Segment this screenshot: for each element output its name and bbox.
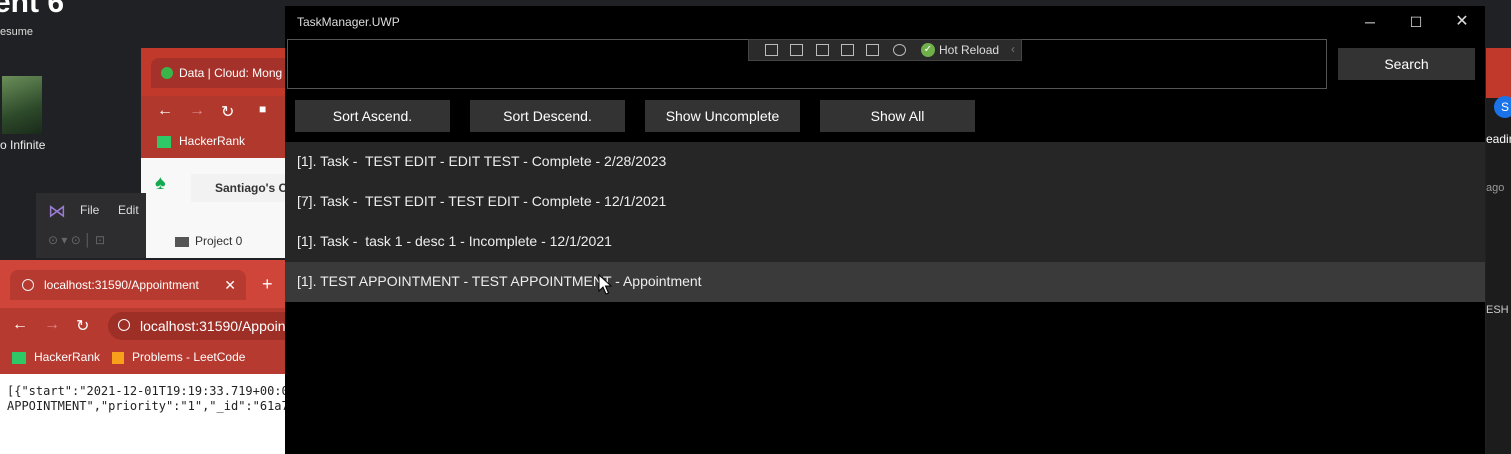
menu-file[interactable]: File — [80, 203, 99, 217]
collapse-chevron-icon[interactable]: ‹ — [1011, 42, 1015, 56]
leetcode-icon — [112, 351, 125, 364]
background-text: ESH — [1486, 304, 1509, 316]
binding-failures-icon[interactable] — [866, 44, 879, 56]
minimize-icon[interactable]: ─ — [1347, 6, 1393, 38]
task-list-item[interactable]: [7]. Task - TEST EDIT - TEST EDIT - Comp… — [285, 182, 1485, 222]
browser-tabbar: localhost:31590/Appointment ✕ + — [0, 260, 286, 308]
info-icon — [118, 319, 130, 331]
forward-arrow-icon[interactable]: → — [44, 316, 60, 334]
maximize-icon[interactable]: ☐ — [1393, 6, 1439, 38]
show-uncomplete-button[interactable]: Show Uncomplete — [645, 100, 800, 132]
bookmark-hackerrank[interactable]: HackerRank — [179, 134, 245, 148]
browser-tab-mongodb[interactable]: Data | Cloud: Mong — [151, 58, 291, 88]
address-bar[interactable]: localhost:31590/Appoin — [108, 312, 298, 340]
localhost-browser-window: localhost:31590/Appointment ✕ + ← → ↻ lo… — [0, 260, 298, 454]
xaml-debug-toolbar: ✓ Hot Reload ‹ — [748, 39, 1022, 61]
bookmarks-bar: HackerRank Problems - LeetCode — [0, 344, 286, 374]
mongodb-browser-window: Data | Cloud: Mong ← → ↻ ■ HackerRank ♠ … — [141, 48, 315, 258]
background-text: eadin — [1486, 132, 1511, 146]
task-list-item[interactable]: [1]. Task - TEST EDIT - EDIT TEST - Comp… — [285, 142, 1485, 182]
task-list-item[interactable]: [1]. Task - task 1 - desc 1 - Incomplete… — [285, 222, 1485, 262]
browser-tab-localhost[interactable]: localhost:31590/Appointment ✕ — [10, 270, 246, 300]
show-all-button[interactable]: Show All — [820, 100, 975, 132]
accessibility-icon[interactable] — [893, 44, 906, 56]
desktop-resume-label: esume — [0, 26, 34, 38]
project-label: Project 0 — [195, 234, 243, 248]
browser-tabbar: Data | Cloud: Mong — [141, 48, 291, 96]
task-list-item[interactable]: [1]. TEST APPOINTMENT - TEST APPOINTMENT… — [285, 262, 1485, 302]
mongodb-favicon-icon — [161, 67, 173, 79]
bookmark-leetcode[interactable]: Problems - LeetCode — [132, 350, 245, 364]
hot-reload-check-icon: ✓ — [921, 43, 935, 57]
search-button[interactable]: Search — [1338, 48, 1475, 80]
halo-shortcut-icon[interactable] — [2, 76, 42, 134]
back-arrow-icon[interactable]: ← — [12, 316, 28, 334]
vs-toolbar-icons: ⊙ ▾ ⊙ │ ⊡ — [48, 233, 106, 247]
mongodb-leaf-icon[interactable]: ♠ — [155, 172, 166, 195]
taskmanager-window: TaskManager.UWP ─ ☐ ✕ ✓ Hot Reload ‹ Sea… — [285, 6, 1485, 454]
back-arrow-icon[interactable]: ← — [157, 102, 173, 120]
visual-studio-logo-icon: ⋈ — [48, 201, 66, 221]
window-title: TaskManager.UWP — [297, 15, 400, 29]
forward-arrow-icon[interactable]: → — [189, 102, 205, 120]
hot-reload-label[interactable]: Hot Reload — [939, 43, 999, 57]
background-tabbar — [1486, 48, 1511, 98]
reload-icon[interactable]: ↻ — [76, 316, 89, 336]
menu-edit[interactable]: Edit — [118, 203, 139, 217]
background-text: ago — [1486, 182, 1505, 194]
close-tab-icon[interactable]: ✕ — [224, 270, 236, 300]
json-response-text: [{"start":"2021-12-01T19:19:33.719+00:0 … — [7, 384, 289, 413]
globe-favicon-icon — [22, 279, 34, 291]
browser-tab-title: Data | Cloud: Mong — [179, 66, 283, 80]
sort-descend-button[interactable]: Sort Descend. — [470, 100, 625, 132]
background-window-edge: S eadin ago ESH — [1486, 48, 1511, 454]
close-icon[interactable]: ✕ — [1439, 6, 1485, 38]
bookmarks-bar: HackerRank — [141, 128, 286, 158]
sort-ascend-button[interactable]: Sort Ascend. — [295, 100, 450, 132]
visual-studio-window: ⋈ File Edit ⊙ ▾ ⊙ │ ⊡ — [36, 193, 146, 258]
select-element-icon[interactable] — [790, 44, 803, 56]
reload-icon[interactable]: ↻ — [221, 102, 234, 122]
display-layout-adorners-icon[interactable] — [816, 44, 829, 56]
track-focus-icon[interactable] — [841, 44, 854, 56]
folder-icon — [175, 236, 189, 247]
new-tab-icon[interactable]: + — [262, 274, 273, 295]
browser-navbar: ← → ↻ ■ — [141, 96, 286, 128]
halo-shortcut-label[interactable]: o Infinite — [0, 138, 45, 152]
hackerrank-icon — [12, 351, 26, 364]
live-visual-tree-icon[interactable] — [765, 44, 778, 56]
lock-icon: ■ — [259, 102, 267, 116]
task-list: [1]. Task - TEST EDIT - EDIT TEST - Comp… — [285, 142, 1485, 302]
mouse-cursor-icon — [598, 274, 612, 295]
browser-navbar: ← → ↻ localhost:31590/Appoin — [0, 308, 298, 344]
desktop-title-fragment: ent 6 — [0, 0, 65, 19]
address-text: localhost:31590/Appoin — [140, 318, 286, 334]
browser-tab-title: localhost:31590/Appointment — [44, 278, 199, 292]
window-titlebar[interactable]: TaskManager.UWP ─ ☐ ✕ — [285, 6, 1485, 38]
profile-avatar[interactable]: S — [1494, 96, 1511, 118]
project-selector[interactable]: Project 0 — [175, 234, 242, 248]
bookmark-hackerrank[interactable]: HackerRank — [34, 350, 100, 364]
hackerrank-icon — [157, 135, 171, 148]
